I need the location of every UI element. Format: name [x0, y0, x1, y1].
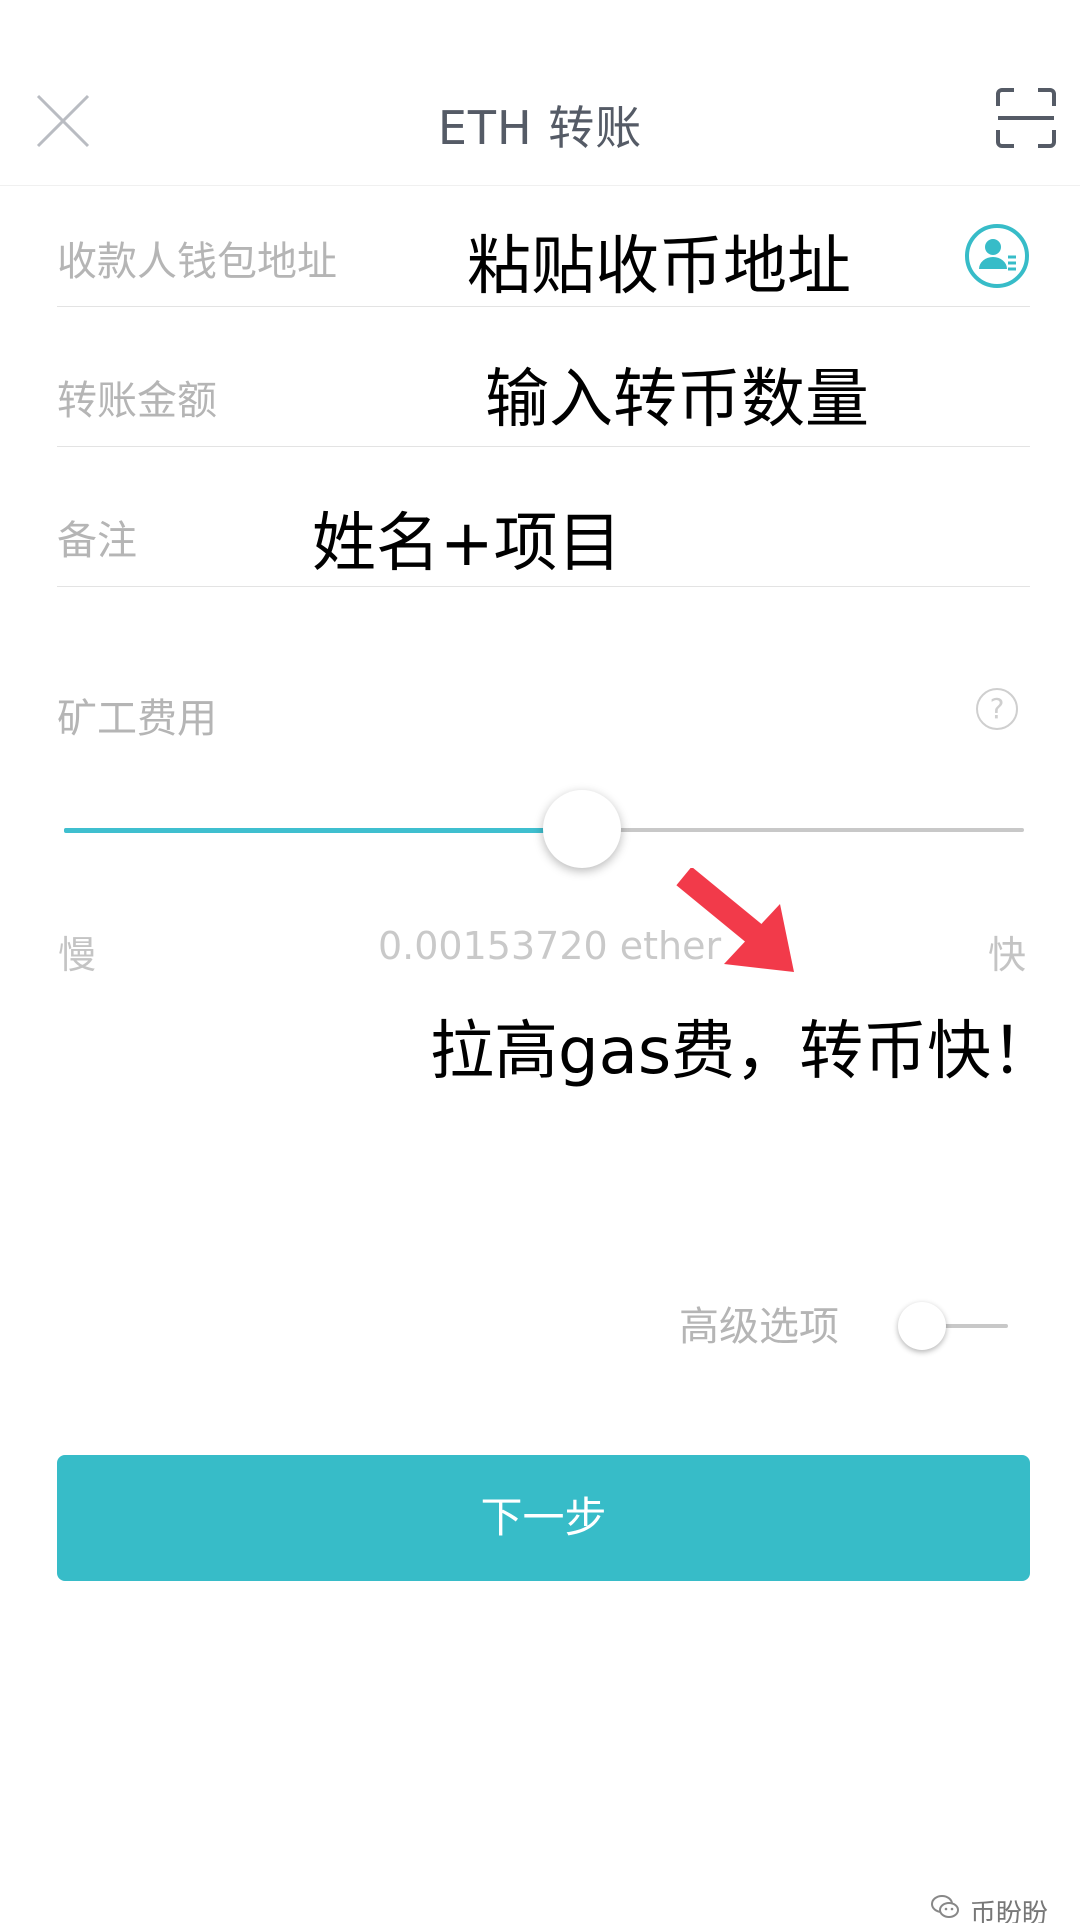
scan-button[interactable] [994, 86, 1058, 150]
memo-field[interactable]: 备注 姓名+项目 [57, 446, 1030, 587]
recipient-annotation: 粘贴收币地址 [467, 230, 851, 304]
amount-annotation: 输入转币数量 [485, 363, 869, 437]
memo-label: 备注 [57, 518, 137, 564]
header-bar: ETH 转账 [0, 0, 1080, 186]
memo-annotation: 姓名+项目 [312, 507, 622, 581]
amount-field[interactable]: 转账金额 输入转币数量 [57, 306, 1030, 447]
wechat-icon [931, 1895, 959, 1918]
fee-value: 0.00153720 ether [378, 924, 722, 968]
scan-icon [996, 88, 1056, 148]
eth-transfer-screen: ETH 转账 收款人钱包地址 粘贴收币地址 转账金额 输入转币数量 备注 姓名+… [0, 0, 1080, 1923]
toggle-knob [898, 1302, 946, 1350]
help-icon[interactable]: ? [976, 688, 1018, 730]
amount-label: 转账金额 [57, 378, 217, 424]
fast-label: 快 [988, 933, 1027, 977]
page-title: ETH 转账 [437, 101, 643, 155]
advanced-options-toggle[interactable] [898, 1300, 1008, 1352]
fee-slider[interactable] [64, 790, 1024, 870]
contact-book-button[interactable] [964, 223, 1030, 289]
next-step-button[interactable]: 下一步 [57, 1455, 1030, 1581]
watermark-text: 币盼盼 [970, 1899, 1049, 1923]
slider-fill [64, 828, 582, 833]
recipient-field[interactable]: 收款人钱包地址 粘贴收币地址 [57, 185, 1030, 307]
advanced-options-label: 高级选项 [679, 1304, 839, 1350]
red-arrow-icon [676, 868, 794, 972]
contact-book-icon [965, 224, 1029, 288]
gas-fee-annotation: 拉高gas费，转币快！ [430, 1015, 1056, 1089]
recipient-label: 收款人钱包地址 [57, 239, 337, 285]
slider-thumb[interactable] [543, 790, 621, 868]
slow-label: 慢 [58, 933, 97, 977]
miner-fee-label: 矿工费用 [57, 696, 217, 742]
